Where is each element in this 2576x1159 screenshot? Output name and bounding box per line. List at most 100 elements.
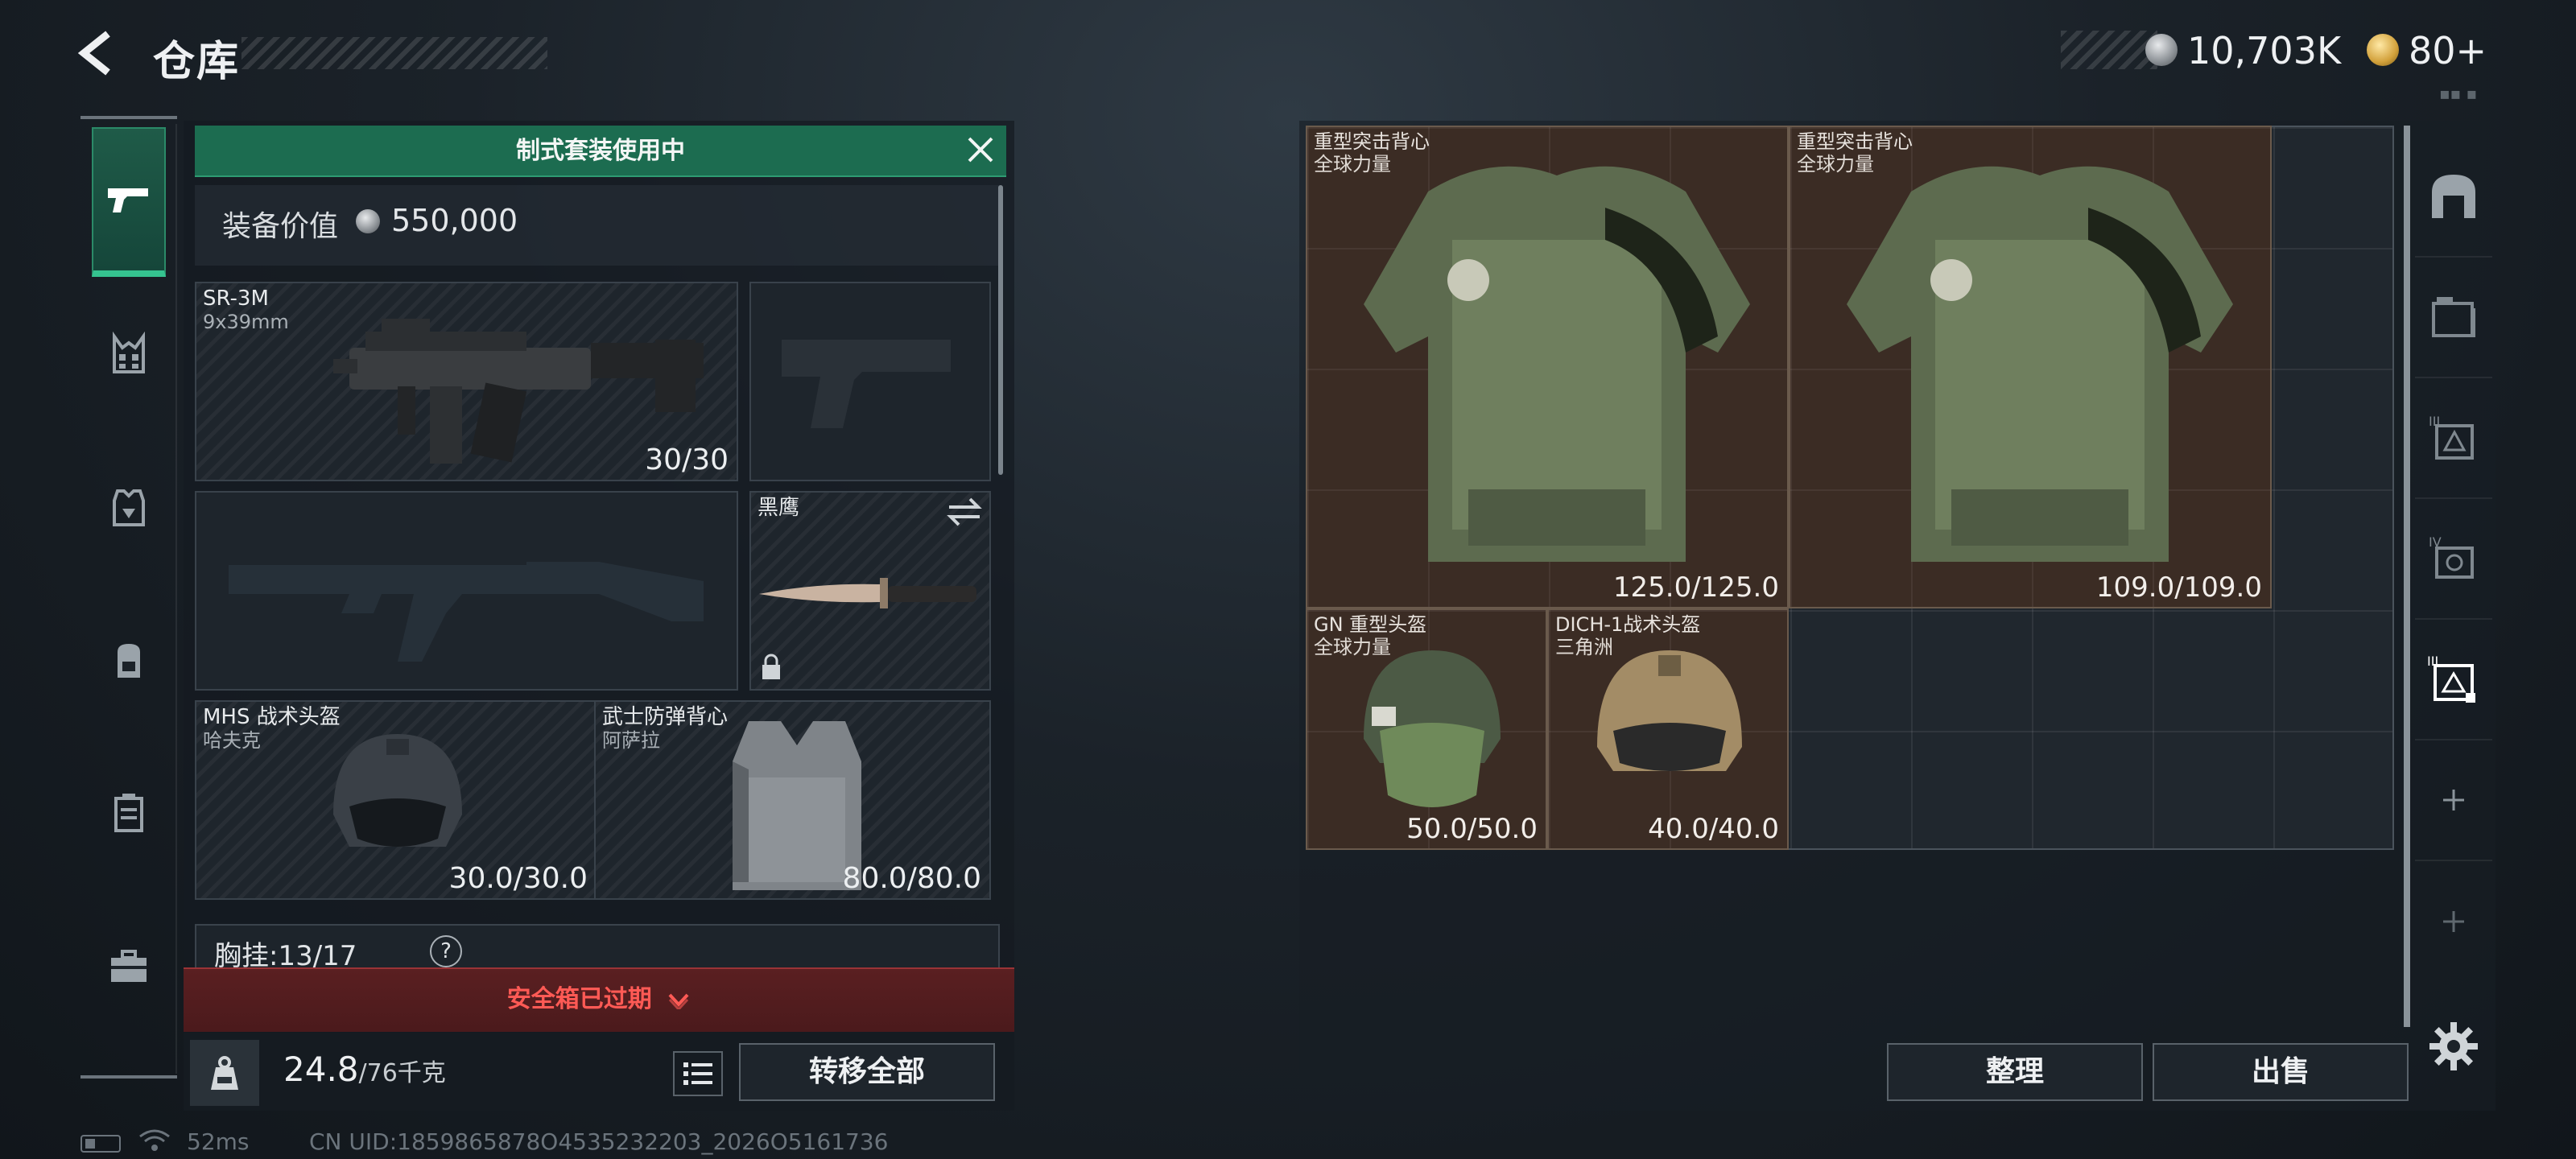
ammo-count: 30/30 (645, 443, 729, 476)
loadout-bottom-controls: 24.8/76千克 转移全部 (184, 1033, 1014, 1111)
storage-item[interactable]: 重型突击背心 全球力量 109.0/109.0 (1789, 126, 2272, 608)
swap-button[interactable] (946, 496, 983, 531)
rifle-silhouette-icon (229, 562, 704, 662)
kit-close-button[interactable] (961, 132, 1000, 171)
melee-slot[interactable]: 黑鹰 (749, 491, 991, 691)
vault-icon (2432, 175, 2475, 218)
nav-item-toolbox[interactable] (92, 893, 166, 1038)
gold-coin-icon (2367, 34, 2399, 66)
user-uid: CN UID:1859865878O4535232203_2026O516173… (309, 1128, 889, 1155)
item-name: GN 重型头盔 (1314, 613, 1427, 636)
armor-icon (113, 489, 145, 526)
storage-case-icon (2432, 297, 2475, 337)
slot-item-brand: 阿萨拉 (602, 729, 660, 752)
item-brand: 全球力量 (1314, 636, 1391, 658)
silver-coin-value[interactable]: 10,703K (2187, 29, 2341, 72)
helmet-slot[interactable]: MHS 战术头盔 哈夫克 30.0/30.0 (195, 700, 597, 900)
storage-tier-3-icon: III (2429, 414, 2474, 460)
status-bar: 52ms CN UID:1859865878O4535232203_2026O5… (80, 1124, 1046, 1156)
toolbox-icon (111, 950, 147, 982)
safebox-expired-bar[interactable]: 安全箱已过期 (184, 967, 1014, 1032)
chest-rig-icon (113, 332, 145, 373)
equip-value-label: 装备价值 (222, 210, 339, 243)
gold-coin-value[interactable]: 80+ (2409, 29, 2487, 72)
tab-storage-home[interactable] (2415, 137, 2492, 258)
title-bar: 仓库 (72, 23, 547, 86)
nav-item-weapons[interactable] (92, 127, 166, 277)
slot-item-name: 黑鹰 (758, 496, 800, 520)
storage-item[interactable]: GN 重型头盔 全球力量 50.0/50.0 (1306, 608, 1547, 850)
settings-button[interactable] (2415, 1006, 2492, 1087)
storage-tabs-rail: III IV III (2412, 121, 2496, 1111)
durability-value: 80.0/80.0 (842, 862, 981, 895)
item-name: 重型突击背心 (1314, 130, 1430, 153)
item-brand: 全球力量 (1314, 153, 1391, 175)
heavy-vest-icon (1364, 166, 1750, 562)
tab-storage-active[interactable]: III (2415, 620, 2492, 740)
currency-decoration (2061, 31, 2157, 69)
kit-banner-text: 制式套装使用中 (516, 137, 685, 165)
backpack-icon (118, 644, 140, 678)
chest-rig-row[interactable]: 胸挂:13/17 ? (195, 924, 1000, 972)
storage-scrollbar[interactable] (2404, 126, 2410, 1027)
sidearm-slot[interactable] (749, 282, 991, 481)
weight-button[interactable] (190, 1040, 259, 1106)
weight-current: 24.8 (283, 1050, 359, 1089)
list-view-button[interactable] (673, 1051, 723, 1096)
armor-slot[interactable]: 武士防弹背心 阿萨拉 80.0/80.0 (594, 700, 991, 900)
currency-bar: 10,703K 80+ (2061, 27, 2496, 72)
close-icon (968, 137, 993, 163)
ping-readout: 52ms (187, 1128, 250, 1155)
storage-item[interactable]: DICH-1战术头盔 三角洲 40.0/40.0 (1547, 608, 1789, 850)
tab-storage-4[interactable]: IV (2415, 499, 2492, 620)
equip-value-row: 装备价值 550,000 (195, 185, 1000, 266)
transfer-all-button[interactable]: 转移全部 (739, 1043, 995, 1101)
help-button[interactable]: ? (430, 935, 462, 967)
nav-item-armor[interactable] (92, 435, 166, 580)
item-name: 重型突击背心 (1797, 130, 1913, 153)
nav-item-case[interactable] (92, 740, 166, 885)
nav-item-backpack[interactable] (92, 588, 166, 732)
title-decoration (242, 37, 547, 69)
plus-icon (2443, 911, 2464, 932)
back-arrow-icon (77, 31, 110, 76)
nav-divider-top (80, 116, 177, 119)
heavy-vest-icon (1847, 166, 2233, 562)
sort-button[interactable]: 整理 (1887, 1043, 2143, 1101)
storage-active-icon: III (2427, 654, 2475, 703)
equip-value-number: 550,000 (391, 203, 518, 238)
item-name: DICH-1战术头盔 (1555, 613, 1701, 636)
slot-item-caliber: 9x39mm (203, 311, 289, 333)
item-durability: 125.0/125.0 (1612, 571, 1779, 604)
add-storage-button[interactable] (2415, 740, 2492, 861)
add-storage-button[interactable] (2415, 861, 2492, 982)
kit-banner: 制式套装使用中 (195, 126, 1006, 177)
sell-button[interactable]: 出售 (2153, 1043, 2409, 1101)
left-nav (80, 116, 177, 1082)
corner-marks: ▪▪ ▪ (2439, 84, 2478, 103)
gear-icon (2429, 1022, 2478, 1070)
storage-tier-4-icon: IV (2429, 534, 2474, 579)
item-durability: 40.0/40.0 (1648, 813, 1779, 845)
tab-storage-3[interactable]: III (2415, 378, 2492, 499)
weight-icon (211, 1056, 238, 1090)
storage-area: 重型突击背心 全球力量 125.0/125.0 重型突击背心 全球力量 109.… (1299, 121, 2496, 1111)
silver-coin-icon (356, 209, 380, 233)
lock-icon (759, 654, 783, 684)
silver-coin-icon (2145, 34, 2178, 66)
carry-weight: 24.8/76千克 (283, 1050, 446, 1089)
primary-weapon-slot[interactable]: SR-3M 9x39mm 30/30 (195, 282, 738, 481)
storage-item[interactable]: 重型突击背心 全球力量 125.0/125.0 (1306, 126, 1789, 608)
tab-storage-1[interactable] (2415, 258, 2492, 378)
weight-max: /76千克 (358, 1059, 446, 1087)
slot-item-brand: 哈夫克 (203, 729, 261, 752)
safebox-status-text: 安全箱已过期 (506, 985, 652, 1013)
loadout-scrollbar[interactable] (998, 185, 1003, 475)
back-button[interactable] (72, 29, 121, 76)
secondary-weapon-slot[interactable] (195, 491, 738, 691)
nav-item-chest-rig[interactable] (92, 282, 166, 427)
chevron-down-icon (668, 993, 689, 1011)
durability-value: 30.0/30.0 (448, 862, 588, 895)
item-durability: 50.0/50.0 (1406, 813, 1538, 845)
pistol-silhouette-icon (782, 340, 951, 428)
